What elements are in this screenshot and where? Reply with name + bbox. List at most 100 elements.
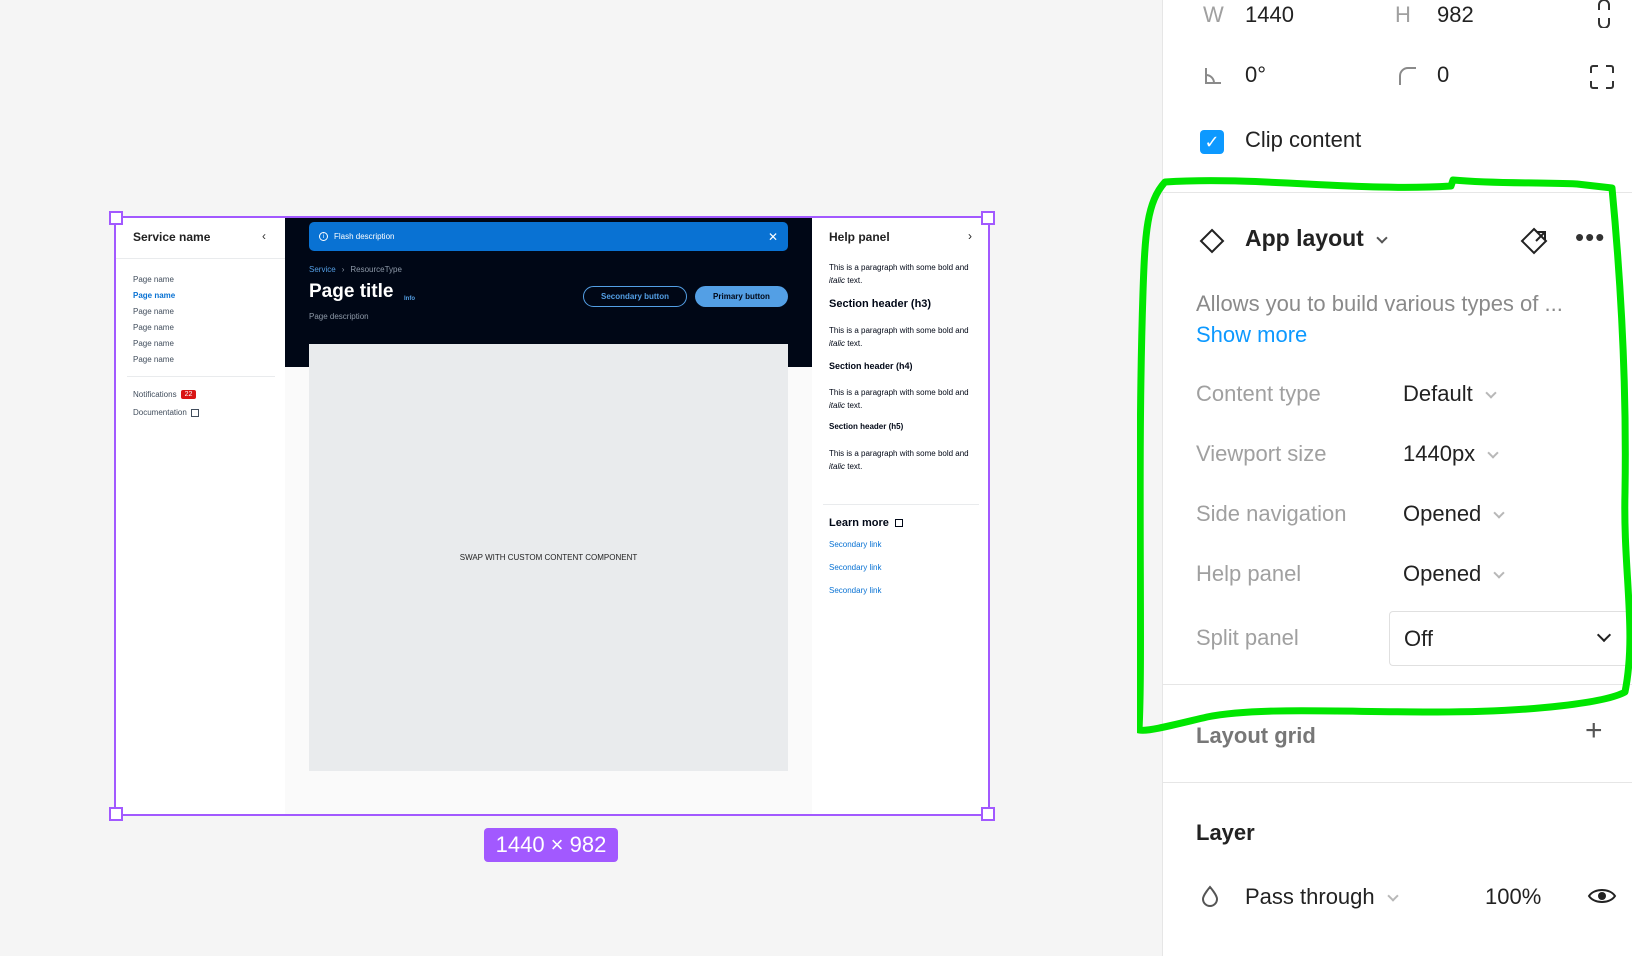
resize-handle-bottom-right[interactable] <box>981 807 995 821</box>
breadcrumb: Service › ResourceType <box>309 265 402 274</box>
eye-icon[interactable] <box>1587 885 1617 907</box>
chevron-right-icon[interactable]: › <box>968 229 972 243</box>
corner-radius-icon <box>1399 67 1416 85</box>
chevron-down-icon <box>1487 447 1499 459</box>
nav-page-item[interactable]: Page name <box>133 272 175 288</box>
nav-page-item[interactable]: Page name <box>133 352 175 368</box>
breadcrumb-link[interactable]: Service <box>309 265 336 274</box>
chevron-down-icon <box>1493 567 1505 579</box>
chevron-down-icon <box>1493 507 1505 519</box>
component-description: Allows you to build various types of ... <box>1196 291 1563 316</box>
documentation-link[interactable]: Documentation <box>133 408 199 417</box>
flash-description: Flash description <box>334 232 395 241</box>
page-description: Page description <box>309 312 369 321</box>
chevron-down-icon <box>1485 387 1497 399</box>
clip-content-label: Clip content <box>1245 127 1362 152</box>
viewport-size-select[interactable]: 1440px <box>1403 441 1499 467</box>
divider <box>1163 782 1632 783</box>
nav-page-item[interactable]: Page name <box>133 320 175 336</box>
show-more-link[interactable]: Show more <box>1196 322 1307 348</box>
property-label: Split panel <box>1196 625 1299 650</box>
nav-page-item[interactable]: Page name <box>133 304 175 320</box>
blend-mode-select[interactable]: Pass through <box>1245 884 1399 910</box>
go-to-main-component-icon[interactable] <box>1519 226 1549 256</box>
flash-bar: i Flash description ✕ <box>309 222 788 251</box>
split-panel-select[interactable]: Off <box>1389 611 1632 666</box>
info-link[interactable]: Info <box>404 296 415 302</box>
divider <box>127 376 275 377</box>
rotation-icon <box>1205 68 1221 84</box>
divider <box>116 258 285 259</box>
resize-handle-bottom-left[interactable] <box>109 807 123 821</box>
layer-opacity-field[interactable]: 100% <box>1485 884 1541 910</box>
section-header-h5: Section header (h5) <box>829 422 904 431</box>
chevron-right-icon: › <box>341 265 345 274</box>
rotation-field[interactable]: 0° <box>1245 62 1266 88</box>
help-paragraph: This is a paragraph with some bold and i… <box>829 326 969 348</box>
content-placeholder: SWAP WITH CUSTOM CONTENT COMPONENT <box>309 344 788 771</box>
nav-page-item-active[interactable]: Page name <box>133 288 175 304</box>
help-paragraph: This is a paragraph with some bold and i… <box>829 449 969 471</box>
frame-size-badge: 1440 × 982 <box>484 828 618 862</box>
help-paragraph: This is a paragraph with some bold and i… <box>829 263 969 285</box>
component-name[interactable]: App layout <box>1245 225 1388 252</box>
divider <box>1163 192 1632 193</box>
property-label: Help panel <box>1196 561 1302 586</box>
layer-title: Layer <box>1196 820 1255 845</box>
width-label: W <box>1203 2 1224 27</box>
content-placeholder-label: SWAP WITH CUSTOM CONTENT COMPONENT <box>459 553 638 562</box>
resize-handle-top-left[interactable] <box>109 211 123 225</box>
side-navigation-select[interactable]: Opened <box>1403 501 1505 527</box>
width-field[interactable]: 1440 <box>1245 2 1294 28</box>
blend-mode-icon <box>1201 885 1219 907</box>
side-navigation: Service name ‹ Page name Page name Page … <box>116 218 285 814</box>
clip-content-checkbox[interactable]: ✓ <box>1200 130 1224 154</box>
chevron-down-icon <box>1596 627 1612 642</box>
info-icon: i <box>319 232 328 241</box>
primary-button[interactable]: Primary button <box>695 286 788 307</box>
add-layout-grid-icon[interactable]: + <box>1585 714 1603 748</box>
help-panel-select[interactable]: Opened <box>1403 561 1505 587</box>
properties-panel: W 1440 H 982 0° 0 ✓ Clip content App lay… <box>1162 0 1632 956</box>
height-field[interactable]: 982 <box>1437 2 1474 28</box>
section-header-h3: Section header (h3) <box>829 298 932 310</box>
help-paragraph: This is a paragraph with some bold and i… <box>829 388 969 410</box>
external-link-icon <box>190 408 199 417</box>
resize-handle-top-right[interactable] <box>981 211 995 225</box>
property-label: Viewport size <box>1196 441 1327 466</box>
chevron-down-icon <box>1386 890 1399 902</box>
service-name: Service name <box>133 230 211 244</box>
help-panel: Help panel › This is a paragraph with so… <box>812 218 988 814</box>
property-label: Content type <box>1196 381 1321 406</box>
secondary-link[interactable]: Secondary link <box>829 586 881 595</box>
divider <box>823 504 979 505</box>
app-layout-frame[interactable]: Service name ‹ Page name Page name Page … <box>114 216 990 816</box>
main-content: i Flash description ✕ Service › Resource… <box>285 218 812 814</box>
property-label: Side navigation <box>1196 501 1347 526</box>
divider <box>1163 684 1632 685</box>
chevron-left-icon[interactable]: ‹ <box>262 229 266 243</box>
learn-more-heading: Learn more <box>829 517 903 529</box>
design-canvas[interactable]: Service name ‹ Page name Page name Page … <box>0 0 1162 956</box>
content-type-select[interactable]: Default <box>1403 381 1497 407</box>
help-panel-title: Help panel <box>829 230 890 244</box>
secondary-button[interactable]: Secondary button <box>583 286 687 307</box>
constrain-proportions-icon[interactable] <box>1595 0 1613 28</box>
notifications-link[interactable]: Notifications 22 <box>133 390 197 399</box>
independent-corners-icon[interactable] <box>1589 64 1615 90</box>
secondary-link[interactable]: Secondary link <box>829 563 881 572</box>
more-options-icon[interactable]: ••• <box>1575 222 1605 253</box>
notifications-count-badge: 22 <box>180 390 197 399</box>
breadcrumb-current: ResourceType <box>350 265 402 274</box>
close-icon[interactable]: ✕ <box>768 230 778 244</box>
component-instance-icon <box>1199 228 1225 254</box>
nav-page-item[interactable]: Page name <box>133 336 175 352</box>
secondary-link[interactable]: Secondary link <box>829 540 881 549</box>
height-label: H <box>1395 2 1411 27</box>
chevron-down-icon <box>1376 232 1388 244</box>
documentation-label: Documentation <box>133 408 187 417</box>
corner-radius-field[interactable]: 0 <box>1437 62 1449 88</box>
section-header-h4: Section header (h4) <box>829 361 913 371</box>
external-link-icon <box>894 519 903 527</box>
notifications-label: Notifications <box>133 390 177 399</box>
